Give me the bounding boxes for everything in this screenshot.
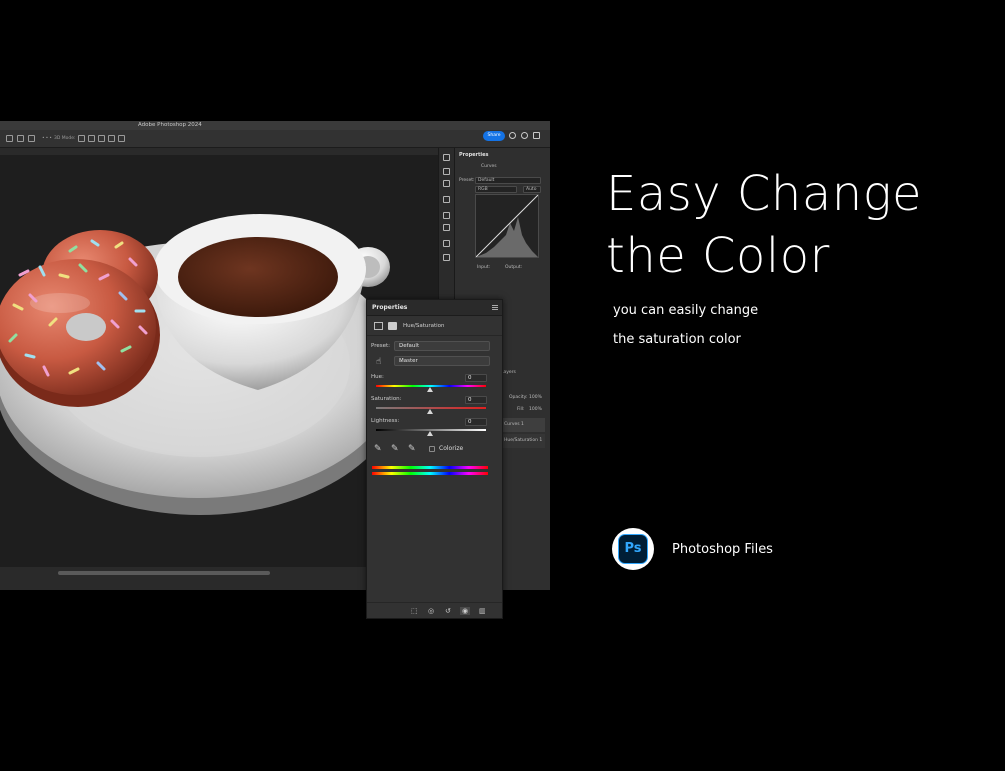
workspace-icon[interactable] <box>533 132 540 139</box>
adjustment-type-row: Hue/Saturation <box>367 318 502 336</box>
layer-name: Hue/Saturation 1 <box>504 438 543 443</box>
clip-to-layer-icon[interactable]: ⬚ <box>411 607 418 615</box>
align-center-icon[interactable] <box>17 135 24 142</box>
panel-title: Properties <box>459 152 489 158</box>
hue-value: 0 <box>468 375 472 381</box>
hue-label: Hue: <box>371 374 384 380</box>
adjustment-name: Hue/Saturation <box>403 323 445 329</box>
view-previous-icon[interactable]: ◎ <box>428 607 434 615</box>
channel-dropdown[interactable]: RGB <box>475 186 517 193</box>
saturation-value-field[interactable]: 0 <box>465 396 487 404</box>
tool-presets-icon[interactable] <box>443 240 450 247</box>
ps-logo-icon: Ps <box>618 534 648 564</box>
align-right-icon[interactable] <box>28 135 35 142</box>
headline-line-2: the Color <box>606 228 830 284</box>
search-icon[interactable] <box>509 132 516 139</box>
channel-dropdown[interactable]: Master ⌄ <box>394 356 490 366</box>
delete-icon[interactable]: ▥ <box>479 607 486 615</box>
share-button[interactable]: Share <box>483 131 505 141</box>
character-icon[interactable] <box>443 212 450 219</box>
layer-row[interactable]: Hue/Saturation 1 <box>501 434 545 448</box>
auto-button[interactable]: Auto <box>523 186 541 193</box>
layer-name: Curves 1 <box>504 422 524 427</box>
auto-label: Auto <box>526 187 537 192</box>
panel-menu-icon[interactable] <box>492 305 498 310</box>
eyedropper-minus-icon[interactable]: ✎ <box>408 444 416 454</box>
fill-value[interactable]: 100% <box>529 407 542 412</box>
lightness-value-field[interactable]: 0 <box>465 418 487 426</box>
preset-label: Preset: <box>459 178 475 183</box>
options-bar: ••• 3D Mode: <box>0 130 550 148</box>
colorize-label: Colorize <box>439 445 464 452</box>
preset-label: Preset: <box>371 343 391 349</box>
hue-slider-thumb[interactable] <box>427 387 433 392</box>
headline: Easy Change the Color <box>606 163 986 287</box>
pan-icon[interactable] <box>98 135 105 142</box>
subtitle-line-2: the saturation color <box>613 332 741 347</box>
headline-line-1: Easy Change <box>606 166 923 222</box>
saturation-slider-thumb[interactable] <box>427 409 433 414</box>
targeted-adjustment-hand-icon[interactable]: ☝ <box>376 357 381 367</box>
opacity-label: Opacity: <box>509 395 528 400</box>
lightness-label: Lightness: <box>371 418 400 424</box>
hue-value-field[interactable]: 0 <box>465 374 487 382</box>
curves-histogram <box>475 194 539 258</box>
photoshop-files-label: Photoshop Files <box>672 542 773 557</box>
align-left-icon[interactable] <box>6 135 13 142</box>
orbit-icon[interactable] <box>78 135 85 142</box>
saturation-value: 0 <box>468 397 472 403</box>
layers-tab[interactable]: Layers <box>501 370 516 375</box>
adjustment-name: Curves <box>481 164 497 169</box>
properties-tab[interactable]: Properties <box>372 304 407 311</box>
visibility-eye-icon[interactable]: ◉ <box>460 607 471 615</box>
hue-saturation-panel: Properties Hue/Saturation Preset: Defaul… <box>366 299 503 619</box>
chevron-down-icon: ⌄ <box>399 343 404 349</box>
libraries-icon[interactable] <box>443 196 450 203</box>
panel-header: Properties <box>367 300 502 316</box>
adjust-icon[interactable] <box>443 180 450 187</box>
help-icon[interactable] <box>521 132 528 139</box>
brush-settings-icon[interactable] <box>443 168 450 175</box>
eyedropper-icon[interactable]: ✎ <box>374 444 382 454</box>
preset-dropdown[interactable]: Default ⌄ <box>394 341 490 351</box>
3d-mode-label: 3D Mode: <box>54 136 76 141</box>
layer-row[interactable]: Curves 1 <box>501 418 545 432</box>
output-label: Output: <box>505 265 523 270</box>
scrollbar-thumb[interactable] <box>58 571 270 575</box>
scale-icon[interactable] <box>118 135 125 142</box>
panel-footer: ⬚ ◎ ↺ ◉ ▥ <box>367 602 502 618</box>
navigator-icon[interactable] <box>443 254 450 261</box>
input-label: Input: <box>477 265 491 270</box>
preset-dropdown[interactable]: Default <box>475 177 541 184</box>
photoshop-logo: Ps <box>612 528 654 570</box>
title-bar: Adobe Photoshop 2024 <box>0 121 550 130</box>
curves-graph[interactable] <box>475 194 539 258</box>
color-bar-top <box>372 466 488 469</box>
saturation-label: Saturation: <box>371 396 402 402</box>
color-bar-bottom <box>372 472 488 475</box>
eyedropper-plus-icon[interactable]: ✎ <box>391 444 399 454</box>
more-options-icon[interactable]: ••• <box>42 136 53 141</box>
lightness-slider-thumb[interactable] <box>427 431 433 436</box>
subtitle-line-1: you can easily change <box>613 303 759 318</box>
roll-icon[interactable] <box>88 135 95 142</box>
preset-value: Default <box>478 178 495 183</box>
opacity-value[interactable]: 100% <box>529 395 542 400</box>
colorize-checkbox[interactable] <box>429 446 435 452</box>
channel-value: RGB <box>478 187 488 192</box>
history-icon[interactable] <box>443 154 450 161</box>
slide-icon[interactable] <box>108 135 115 142</box>
mask-icon[interactable] <box>388 322 397 330</box>
window-title: Adobe Photoshop 2024 <box>138 122 202 128</box>
fill-label: Fill: <box>517 407 525 412</box>
chevron-down-icon: ⌄ <box>399 358 404 364</box>
paragraph-icon[interactable] <box>443 224 450 231</box>
reset-icon[interactable]: ↺ <box>445 607 451 615</box>
adjustment-layer-icon[interactable] <box>374 322 383 330</box>
lightness-value: 0 <box>468 419 472 425</box>
